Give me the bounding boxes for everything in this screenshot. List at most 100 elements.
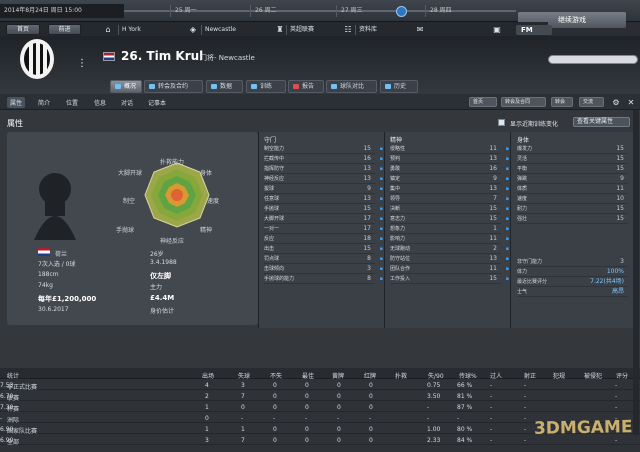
stats-cell: 1: [205, 426, 209, 433]
stats-cell: 0: [369, 426, 373, 433]
stats-cell: 0: [337, 393, 341, 400]
attribute-value: 16: [363, 155, 371, 162]
forward-button[interactable]: 前进: [48, 24, 81, 35]
attribute-row: 指挥防守 13 ▪: [264, 165, 383, 174]
talk-button[interactable]: 交流: [579, 97, 604, 107]
attribute-row: 强壮15▪: [517, 215, 636, 224]
tab-overview[interactable]: 概况: [110, 80, 142, 93]
attribute-value: 9: [367, 185, 371, 192]
attribute-value: 8: [367, 255, 371, 262]
tab-transfer-contract[interactable]: 转会及合约: [144, 80, 203, 93]
day-segment: 25 周一: [170, 5, 226, 17]
day-segment: 26 周二: [250, 5, 306, 17]
home-button[interactable]: 首页: [6, 24, 40, 35]
radar-label: 精神: [200, 227, 213, 234]
database-dropdown[interactable]: 资料库: [355, 25, 413, 35]
trophy-icon[interactable]: ♜: [275, 25, 285, 34]
show-changes-checkbox[interactable]: [498, 119, 505, 126]
attribute-row: 平衡15▪: [517, 165, 636, 174]
league-dropdown[interactable]: 英超联赛: [286, 25, 342, 35]
stats-cell: 7: [241, 393, 245, 400]
attribute-name: 灵活: [517, 156, 528, 162]
stats-cell: -: [615, 404, 618, 411]
attribute-value: 9: [493, 175, 497, 182]
day-segment: 27 周三: [336, 5, 392, 17]
settings-icon[interactable]: ⚙: [611, 98, 621, 107]
stats-cell: -: [490, 426, 493, 433]
subnav-profile[interactable]: 简介: [38, 98, 50, 107]
stats-cell: 1: [205, 404, 209, 411]
stats-cell: 2.33: [427, 437, 441, 444]
nationality-flag-icon: [38, 248, 50, 256]
more-options-icon[interactable]: ⋮: [77, 58, 87, 69]
tab-history[interactable]: 历史: [380, 80, 418, 93]
close-icon[interactable]: ✕: [626, 98, 636, 107]
transfer-button[interactable]: 转会: [551, 97, 573, 107]
attribute-row: 耐力15▪: [517, 205, 636, 214]
attribute-row: 反应 18 ▪: [264, 235, 383, 244]
stats-cell: 66 %: [457, 382, 473, 389]
stats-cell: -: [273, 415, 276, 422]
stats-cell: -: [490, 382, 493, 389]
trend-icon: ▪: [505, 156, 509, 162]
attribute-name: 强壮: [517, 216, 528, 222]
day-segment: 28 周四: [425, 5, 481, 17]
shield-icon[interactable]: ◈: [188, 25, 198, 34]
database-icon[interactable]: ☷: [343, 25, 353, 34]
radar-label: 手抛球: [116, 227, 135, 234]
tab-report[interactable]: 报告: [288, 80, 324, 93]
trend-icon: ▪: [505, 216, 509, 222]
attribute-name: 拔球: [264, 186, 275, 192]
trend-icon: ▪: [379, 236, 383, 242]
view-key-attributes-dropdown[interactable]: 查看关键属性: [573, 117, 630, 127]
stats-cell: -: [524, 437, 527, 444]
club-dropdown[interactable]: H York: [118, 25, 183, 35]
tab-training[interactable]: 训练: [246, 80, 286, 93]
attribute-row: 出击 15 ▪: [264, 245, 383, 254]
subnav-info[interactable]: 信息: [94, 98, 106, 107]
search-input[interactable]: [548, 55, 638, 64]
attribute-row: 镇定 9 ▪: [390, 175, 509, 184]
attribute-value: 15: [616, 165, 624, 172]
attribute-row: 决断 15 ▪: [390, 205, 509, 214]
attribute-row: 影响力 11 ▪: [390, 235, 509, 244]
stats-cell: -: [615, 393, 618, 400]
transfer-contract-button[interactable]: 转会及合同: [501, 97, 546, 107]
attribute-row: 预判 13 ▪: [390, 155, 509, 164]
mail-icon[interactable]: ✉: [415, 25, 425, 34]
fm-menu-button[interactable]: FM: [516, 25, 552, 35]
attribute-name: 拦截传中: [264, 156, 285, 162]
subnav-position[interactable]: 位置: [66, 98, 78, 107]
subnav-attributes[interactable]: 属性: [7, 97, 26, 108]
attribute-name: 工作投入: [390, 276, 411, 282]
goalkeeping-heading: 守门: [264, 137, 277, 144]
tab-data[interactable]: 数据: [206, 80, 243, 93]
attribute-name: 领导: [390, 196, 401, 202]
subnav-notes[interactable]: 记事本: [148, 98, 166, 107]
attribute-value: 13: [489, 185, 497, 192]
stats-cell: 0: [337, 426, 341, 433]
attribute-name: 影响力: [390, 236, 406, 242]
attribute-radar-chart: [144, 162, 210, 228]
preferred-foot: 仅左脚: [150, 272, 171, 280]
chat-icon[interactable]: ▣: [492, 25, 502, 34]
attribute-row: 意志力 15 ▪: [390, 215, 509, 224]
trend-icon: ▪: [505, 256, 509, 262]
tab-team-comparison[interactable]: 球队对比: [326, 80, 377, 93]
nationality: 荷兰: [55, 251, 68, 258]
attribute-value: 1: [493, 225, 497, 232]
subnav-talk[interactable]: 对话: [121, 98, 133, 107]
attribute-name: 团队合作: [390, 266, 411, 272]
attribute-value: 11: [489, 235, 497, 242]
team-dropdown[interactable]: Newcastle: [201, 25, 267, 35]
condition-fitness: 体力 100%: [517, 268, 628, 277]
home-icon[interactable]: ⌂: [103, 25, 113, 34]
attribute-row: 弹跳9▪: [517, 175, 636, 184]
stats-cell: 0: [273, 382, 277, 389]
show-changes-label: 显示近期训练变化: [510, 121, 559, 128]
attribute-row: 爆发力15▪: [517, 145, 636, 154]
scrollbar[interactable]: [633, 110, 639, 435]
stats-cell: -: [524, 382, 527, 389]
attribute-name: 无球跑动: [390, 246, 411, 252]
home-view-button[interactable]: 首页: [469, 97, 497, 107]
